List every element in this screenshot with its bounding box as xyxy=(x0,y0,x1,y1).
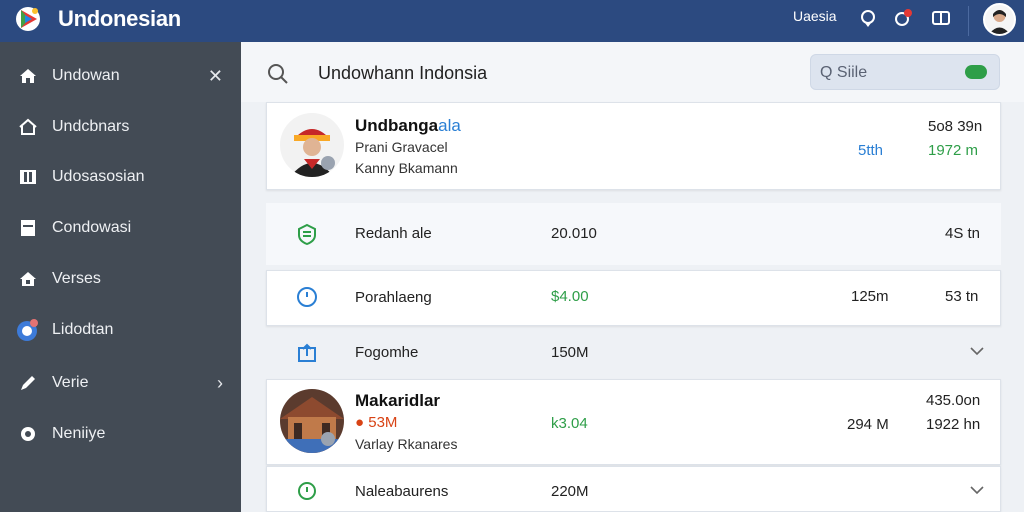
sidebar-item-neniiye[interactable]: Neniiye xyxy=(0,414,241,454)
notifications-icon[interactable] xyxy=(893,8,913,28)
sidebar-item-verses[interactable]: Verses xyxy=(0,259,241,299)
status-badge xyxy=(965,65,987,79)
sidebar-item-undcbnars[interactable]: Undcbnars xyxy=(0,107,241,147)
item-stat-top: 5o8 39n xyxy=(928,118,983,135)
sidebar-item-label: Undcbnars xyxy=(52,118,130,135)
item-stat: 4S tn xyxy=(945,225,981,242)
avatar xyxy=(280,113,344,177)
chevron-right-icon[interactable]: › xyxy=(217,373,223,394)
archive-icon xyxy=(21,220,35,236)
sidebar-item-udosasosian[interactable]: Udosasosian xyxy=(0,157,241,197)
window-icon[interactable] xyxy=(931,8,951,28)
location-icon[interactable] xyxy=(858,8,878,28)
pen-icon xyxy=(21,376,35,390)
home-icon xyxy=(20,69,36,83)
chevron-down-icon[interactable] xyxy=(969,485,985,495)
sidebar-item-label: Condowasi xyxy=(52,219,132,236)
top-label[interactable]: Uaesia xyxy=(793,8,837,24)
item-price: ● 53M xyxy=(355,414,398,431)
search-icon[interactable] xyxy=(266,62,290,86)
chevron-down-icon[interactable] xyxy=(969,346,985,356)
item-stat-top: 435.0on xyxy=(926,392,981,409)
item-label: Fogomhe xyxy=(355,344,419,361)
sidebar-item-label: Udosasosian xyxy=(52,168,145,185)
item-label: Porahlaeng xyxy=(355,289,432,306)
item-stat-bottom: 1922 hn xyxy=(926,416,981,433)
tag-icon: ● xyxy=(355,414,369,431)
item-name: Makaridlar xyxy=(355,391,441,410)
library-icon xyxy=(20,170,36,184)
sidebar-item-lidodtan[interactable]: Lidodtan xyxy=(0,310,241,350)
avatar xyxy=(280,389,344,453)
home-lock-icon xyxy=(20,272,36,286)
app-logo-icon[interactable] xyxy=(14,5,42,33)
refresh-icon xyxy=(298,482,316,500)
house-icon xyxy=(19,118,37,135)
topbar-divider xyxy=(968,6,969,36)
sidebar-item-verie[interactable]: Verie › xyxy=(0,363,241,403)
item-value: k3.04 xyxy=(551,415,588,432)
item-name: Undbangaala xyxy=(355,116,461,135)
app-title: Undonesian xyxy=(58,6,181,31)
sidebar-item-label: Undowan xyxy=(52,67,120,84)
item-label: Naleabaurens xyxy=(355,483,449,500)
globe-icon xyxy=(17,319,38,341)
item-stat-bottom: 1972 m xyxy=(928,142,979,159)
gear-icon xyxy=(21,427,35,441)
search-input-label: Q Siile xyxy=(820,64,868,81)
user-avatar[interactable] xyxy=(983,3,1016,36)
clock-icon xyxy=(297,287,317,307)
item-value: 5tth xyxy=(858,142,884,159)
sidebar-item-label: Verses xyxy=(52,270,101,287)
item-subtitle: Prani Gravacel xyxy=(355,139,448,155)
sidebar-item-condowasi[interactable]: Condowasi xyxy=(0,208,241,248)
sidebar-item-undowan[interactable]: Undowan ✕ xyxy=(0,56,241,96)
item-value: 20.010 xyxy=(551,225,597,242)
item-price: $4.00 xyxy=(551,288,589,305)
sidebar-item-label: Lidodtan xyxy=(52,321,114,338)
item-value: 125m xyxy=(851,288,889,305)
item-owner: Kanny Bkamann xyxy=(355,160,458,176)
upload-icon xyxy=(298,343,316,362)
item-label: Redanh ale xyxy=(355,225,432,242)
item-value: 220M xyxy=(551,483,589,500)
item-value: 150M xyxy=(551,344,589,361)
sidebar-item-label: Neniiye xyxy=(52,425,106,442)
close-icon[interactable]: ✕ xyxy=(208,66,223,87)
sidebar-item-label: Verie xyxy=(52,374,89,391)
item-owner: Varlay Rkanares xyxy=(355,436,458,452)
item-stat: 53 tn xyxy=(945,288,979,305)
search-query[interactable]: Undowhann Indonsia xyxy=(318,63,487,84)
shield-icon xyxy=(298,223,316,245)
item-value-2: 294 M xyxy=(847,416,889,433)
